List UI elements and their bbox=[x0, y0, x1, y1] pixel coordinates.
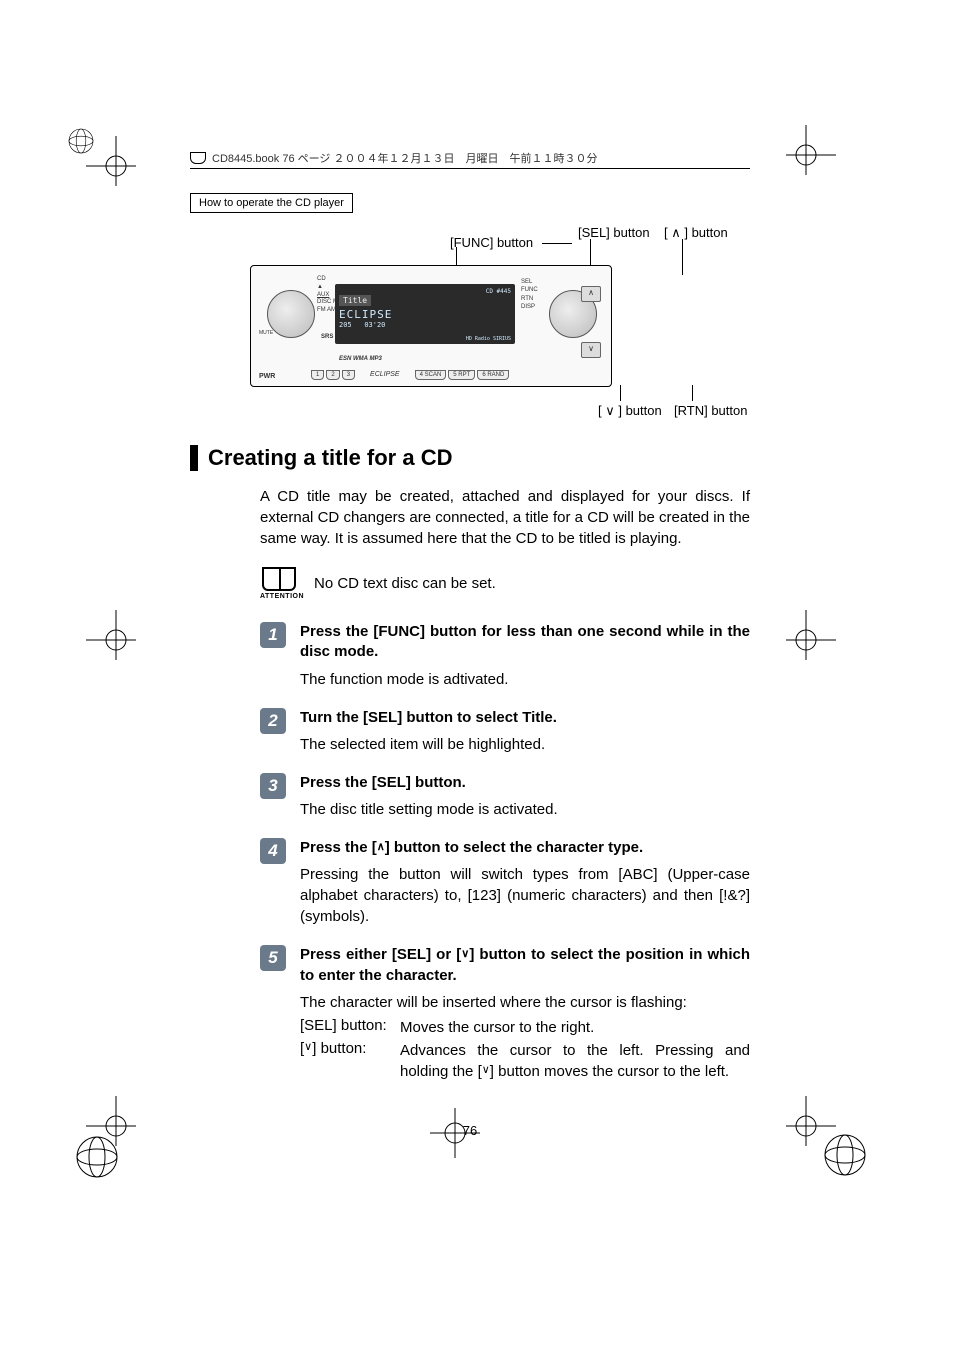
crop-mark bbox=[786, 610, 826, 650]
step-title: Press the [SEL] button. bbox=[300, 773, 750, 793]
step-title: Press the [FUNC] button for less than on… bbox=[300, 622, 750, 663]
step-number: 1 bbox=[260, 622, 286, 648]
page-title: Creating a title for a CD bbox=[190, 445, 750, 471]
table-text: Moves the cursor to the right. bbox=[400, 1017, 750, 1038]
step-number: 3 bbox=[260, 773, 286, 799]
intro-paragraph: A CD title may be created, attached and … bbox=[260, 486, 750, 549]
step-1: 1 Press the [FUNC] button for less than … bbox=[260, 622, 750, 694]
button-table: [SEL] button: Moves the cursor to the ri… bbox=[300, 1017, 750, 1082]
leader-line bbox=[692, 385, 693, 401]
step-text: The disc title setting mode is activated… bbox=[300, 799, 750, 820]
step-number: 5 bbox=[260, 945, 286, 971]
leader-line bbox=[620, 385, 621, 401]
attention-box: ATTENTION No CD text disc can be set. bbox=[260, 567, 750, 600]
step-title: Press either [SEL] or [∨] button to sele… bbox=[300, 945, 750, 986]
down-button: ∨ bbox=[581, 342, 601, 358]
left-knob bbox=[267, 290, 315, 338]
step-number: 4 bbox=[260, 838, 286, 864]
table-label: [SEL] button: bbox=[300, 1017, 400, 1038]
attention-icon: ATTENTION bbox=[260, 567, 298, 600]
runner-text: CD8445.book 76 ページ ２００４年１２月１３日 月曜日 午前１１時… bbox=[212, 150, 597, 166]
step-2: 2 Turn the [SEL] button to select Title.… bbox=[260, 708, 750, 759]
fig-label-sel: [SEL] button bbox=[578, 225, 650, 240]
table-text: Advances the cursor to the left. Pressin… bbox=[400, 1040, 750, 1082]
fig-label-func: [FUNC] button bbox=[450, 235, 533, 250]
up-button: ∧ bbox=[581, 286, 601, 302]
crop-mark bbox=[86, 1096, 126, 1136]
page-number: 76 bbox=[190, 1123, 750, 1138]
step-text: The selected item will be highlighted. bbox=[300, 734, 750, 755]
chevron-up-icon: ∧ bbox=[377, 842, 385, 853]
step-text: Pressing the button will switch types fr… bbox=[300, 864, 750, 927]
leader-line bbox=[542, 243, 572, 244]
crop-mark bbox=[86, 610, 126, 650]
step-5: 5 Press either [SEL] or [∨] button to se… bbox=[260, 945, 750, 1084]
crop-mark bbox=[786, 125, 826, 165]
step-3: 3 Press the [SEL] button. The disc title… bbox=[260, 773, 750, 824]
device-display: CD #445 Title ECLIPSE 205 03'20 HD Radio… bbox=[335, 284, 515, 344]
step-text: The character will be inserted where the… bbox=[300, 992, 750, 1013]
table-label: [∨] button: bbox=[300, 1040, 400, 1082]
chevron-down-icon: ∨ bbox=[304, 1042, 312, 1053]
fig-label-rtn: [RTN] button bbox=[674, 403, 747, 418]
step-title: Press the [∧] button to select the chara… bbox=[300, 838, 750, 858]
print-sphere-icon bbox=[66, 126, 90, 150]
print-sphere-icon bbox=[72, 1132, 112, 1172]
attention-text: No CD text disc can be set. bbox=[314, 575, 496, 592]
device-front-panel: CD ▲ AUX DISC MS FM AM MUTE SRS PWR CD #… bbox=[250, 265, 612, 387]
preset-keys: 1 2 3 ECLIPSE 4 SCAN 5 RPT 6 RAND bbox=[311, 370, 509, 380]
section-tab: How to operate the CD player bbox=[190, 193, 353, 213]
chevron-down-icon: ∨ bbox=[482, 1065, 490, 1076]
step-number: 2 bbox=[260, 708, 286, 734]
device-figure: [FUNC] button [SEL] button [ ∧ ] button … bbox=[250, 225, 750, 425]
fig-label-up: [ ∧ ] button bbox=[664, 225, 728, 241]
page-header-runner: CD8445.book 76 ページ ２００４年１２月１３日 月曜日 午前１１時… bbox=[190, 150, 750, 169]
step-text: The function mode is adtivated. bbox=[300, 669, 750, 690]
right-button-column: SEL FUNC RTN DISP bbox=[521, 278, 538, 312]
print-sphere-icon bbox=[820, 1130, 860, 1170]
step-title: Turn the [SEL] button to select Title. bbox=[300, 708, 750, 728]
fig-label-down: [ ∨ ] button bbox=[598, 403, 662, 419]
chevron-down-icon: ∨ bbox=[461, 949, 469, 960]
leader-line bbox=[682, 239, 683, 275]
book-icon bbox=[190, 152, 206, 164]
step-4: 4 Press the [∧] button to select the cha… bbox=[260, 838, 750, 931]
